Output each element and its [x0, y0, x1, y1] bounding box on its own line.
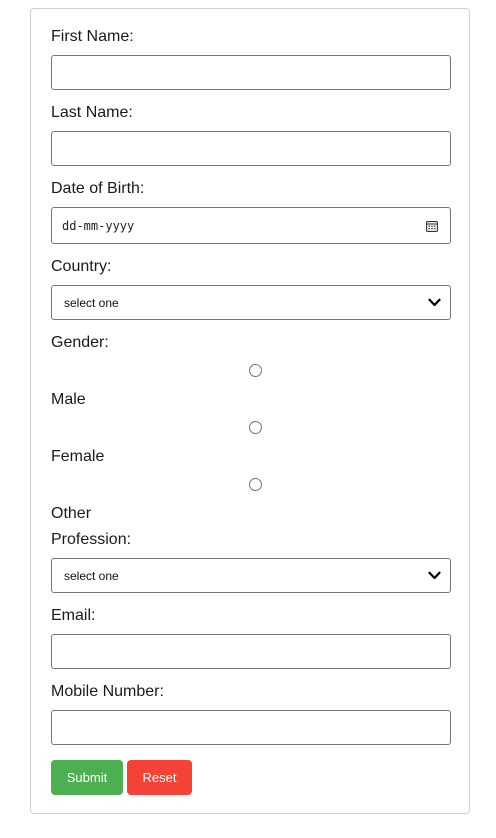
gender-female-label: Female	[51, 448, 105, 465]
first-name-input[interactable]	[51, 55, 451, 90]
submit-button[interactable]: Submit	[51, 760, 123, 795]
country-selected-value: select one	[64, 295, 119, 310]
profession-select[interactable]: select one	[51, 558, 451, 593]
calendar-icon[interactable]	[426, 220, 438, 232]
country-select[interactable]: select one	[51, 285, 451, 320]
mobile-label: Mobile Number:	[51, 683, 164, 700]
reset-button[interactable]: Reset	[127, 760, 192, 795]
gender-male-radio[interactable]	[249, 364, 262, 377]
gender-other-label: Other	[51, 505, 92, 522]
email-label: Email:	[51, 607, 96, 624]
dob-placeholder: dd-mm-yyyy	[62, 218, 135, 233]
chevron-down-icon	[428, 571, 441, 580]
gender-male-label: Male	[51, 391, 86, 408]
last-name-label: Last Name:	[51, 104, 133, 121]
gender-label: Gender:	[51, 334, 109, 351]
country-label: Country:	[51, 258, 112, 275]
first-name-label: First Name:	[51, 28, 134, 45]
dob-label: Date of Birth:	[51, 180, 145, 197]
gender-female-radio[interactable]	[249, 421, 262, 434]
chevron-down-icon	[428, 298, 441, 307]
email-input[interactable]	[51, 634, 451, 669]
profession-selected-value: select one	[64, 568, 119, 583]
dob-input[interactable]: dd-mm-yyyy	[51, 207, 451, 244]
profession-label: Profession:	[51, 531, 132, 548]
last-name-input[interactable]	[51, 131, 451, 166]
mobile-input[interactable]	[51, 710, 451, 745]
gender-other-radio[interactable]	[249, 478, 262, 491]
